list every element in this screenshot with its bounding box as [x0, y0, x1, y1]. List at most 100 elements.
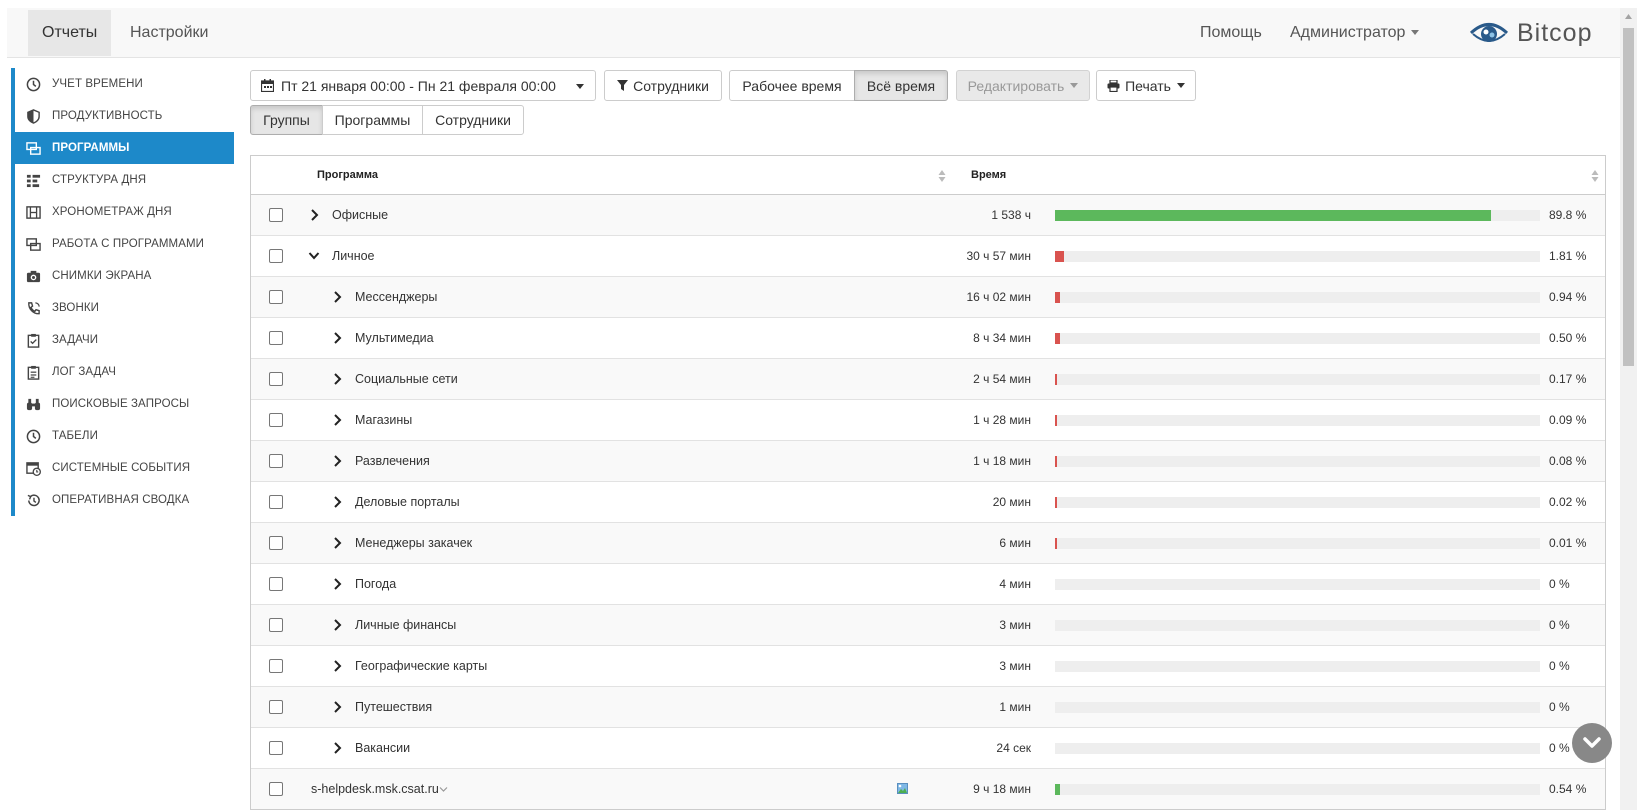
time-bar [1055, 579, 1540, 590]
table-row[interactable]: Путешествия 1 мин 0 % [251, 687, 1605, 728]
sidebar-item[interactable]: Учет времени [11, 68, 234, 100]
row-checkbox[interactable] [269, 372, 283, 386]
table-row[interactable]: Развлечения 1 ч 18 мин 0.08 % [251, 441, 1605, 482]
chevron-right-icon[interactable] [308, 208, 320, 222]
table-row[interactable]: Погода 4 мин 0 % [251, 564, 1605, 605]
table-row[interactable]: Личное 30 ч 57 мин 1.81 % [251, 236, 1605, 277]
sidebar-item[interactable]: Продуктивность [11, 100, 234, 132]
work-time-button[interactable]: Рабочее время [729, 70, 855, 101]
sidebar-item[interactable]: Лог задач [11, 356, 234, 388]
group-name: Мультимедиа [355, 331, 434, 345]
row-checkbox[interactable] [269, 577, 283, 591]
user-menu[interactable]: Администратор [1290, 10, 1420, 56]
group-name: Социальные сети [355, 372, 458, 386]
time-value: 1 538 ч [991, 208, 1031, 222]
row-checkbox[interactable] [269, 700, 283, 714]
image-icon[interactable] [897, 783, 908, 794]
table-row[interactable]: Мультимедиа 8 ч 34 мин 0.50 % [251, 318, 1605, 359]
app-window: Отчеты Настройки Помощь Администратор Bi… [0, 0, 1644, 810]
chevron-right-icon[interactable] [331, 454, 343, 468]
row-checkbox[interactable] [269, 249, 283, 263]
time-value: 1 ч 18 мин [973, 454, 1031, 468]
sidebar-item[interactable]: Структура дня [11, 164, 234, 196]
row-checkbox[interactable] [269, 290, 283, 304]
row-checkbox[interactable] [269, 659, 283, 673]
nav-tab-reports[interactable]: Отчеты [28, 10, 112, 56]
row-checkbox[interactable] [269, 782, 283, 796]
chevron-right-icon[interactable] [331, 700, 343, 714]
view-tab-programs[interactable]: Программы [322, 105, 423, 135]
history-icon [24, 491, 42, 509]
time-bar [1055, 538, 1540, 549]
row-checkbox[interactable] [269, 208, 283, 222]
print-button[interactable]: Печать [1096, 70, 1196, 101]
clipboard-list-icon [24, 363, 42, 381]
table-row[interactable]: Географические карты 3 мин 0 % [251, 646, 1605, 687]
chevron-right-icon[interactable] [331, 331, 343, 345]
chevron-right-icon[interactable] [331, 659, 343, 673]
chevron-down-icon [1583, 737, 1601, 748]
time-value: 3 мин [999, 618, 1031, 632]
table-row[interactable]: Личные финансы 3 мин 0 % [251, 605, 1605, 646]
employees-filter-button[interactable]: Сотрудники [604, 70, 722, 101]
sort-icon[interactable] [1591, 169, 1599, 183]
row-checkbox[interactable] [269, 536, 283, 550]
chevron-right-icon[interactable] [331, 577, 343, 591]
view-tab-groups[interactable]: Группы [250, 105, 323, 135]
sidebar-item[interactable]: Задачи [11, 324, 234, 356]
percent-value: 0.02 % [1549, 495, 1587, 509]
nav-tab-settings[interactable]: Настройки [116, 10, 222, 56]
sidebar-item[interactable]: Оперативная сводка [11, 484, 234, 516]
vertical-scrollbar[interactable] [1620, 8, 1637, 810]
column-header-program[interactable]: Программа [317, 156, 378, 195]
sidebar-item[interactable]: Звонки [11, 292, 234, 324]
sidebar-item[interactable]: Табели [11, 420, 234, 452]
chevron-right-icon[interactable] [331, 290, 343, 304]
table-row[interactable]: Вакансии 24 сек 0 % [251, 728, 1605, 769]
time-value: 24 сек [996, 741, 1031, 755]
row-checkbox[interactable] [269, 413, 283, 427]
row-checkbox[interactable] [269, 495, 283, 509]
table-row[interactable]: Менеджеры закачек 6 мин 0.01 % [251, 523, 1605, 564]
chevron-right-icon[interactable] [331, 536, 343, 550]
table-row[interactable]: Мессенджеры 16 ч 02 мин 0.94 % [251, 277, 1605, 318]
row-checkbox[interactable] [269, 741, 283, 755]
chevron-right-icon[interactable] [331, 495, 343, 509]
row-checkbox[interactable] [269, 331, 283, 345]
table-row[interactable]: Социальные сети 2 ч 54 мин 0.17 % [251, 359, 1605, 400]
date-range-picker[interactable]: Пт 21 января 00:00 - Пн 21 февраля 00:00 [250, 70, 596, 101]
table-row[interactable]: Магазины 1 ч 28 мин 0.09 % [251, 400, 1605, 441]
all-time-button[interactable]: Всё время [854, 70, 948, 101]
chevron-down-icon[interactable] [439, 785, 448, 794]
table-row[interactable]: s-helpdesk.msk.csat.ru 9 ч 18 мин 0.54 % [251, 769, 1605, 809]
sidebar-item[interactable]: Системные события [11, 452, 234, 484]
programs-table: Программа Время Офисные 1 538 ч 89.8 % Личн… [250, 155, 1606, 810]
employees-filter-label: Сотрудники [633, 77, 709, 94]
row-checkbox[interactable] [269, 618, 283, 632]
scrollbar-thumb[interactable] [1623, 28, 1634, 366]
time-bar [1055, 251, 1540, 262]
sidebar-item[interactable]: Поисковые запросы [11, 388, 234, 420]
sidebar-item[interactable]: Работа с программами [11, 228, 234, 260]
chevron-right-icon[interactable] [331, 413, 343, 427]
chevron-right-icon[interactable] [331, 618, 343, 632]
chevron-down-icon[interactable] [308, 249, 320, 263]
sidebar-item[interactable]: Снимки экрана [11, 260, 234, 292]
sidebar-item[interactable]: Хронометраж дня [11, 196, 234, 228]
column-header-time[interactable]: Время [971, 156, 1006, 195]
view-tab-employees[interactable]: Сотрудники [422, 105, 524, 135]
sidebar-item[interactable]: Программы [11, 132, 234, 164]
edit-button[interactable]: Редактировать [956, 70, 1090, 101]
table-row[interactable]: Офисные 1 538 ч 89.8 % [251, 195, 1605, 236]
percent-value: 0 % [1549, 659, 1570, 673]
scroll-down-button[interactable] [1572, 723, 1612, 763]
time-value: 6 мин [999, 536, 1031, 550]
help-link[interactable]: Помощь [1200, 10, 1262, 56]
row-checkbox[interactable] [269, 454, 283, 468]
scroll-up-arrow-icon[interactable] [1620, 10, 1637, 24]
chevron-right-icon[interactable] [331, 741, 343, 755]
table-row[interactable]: Деловые порталы 20 мин 0.02 % [251, 482, 1605, 523]
chevron-right-icon[interactable] [331, 372, 343, 386]
time-value: 16 ч 02 мин [966, 290, 1031, 304]
sort-icon[interactable] [938, 169, 946, 183]
